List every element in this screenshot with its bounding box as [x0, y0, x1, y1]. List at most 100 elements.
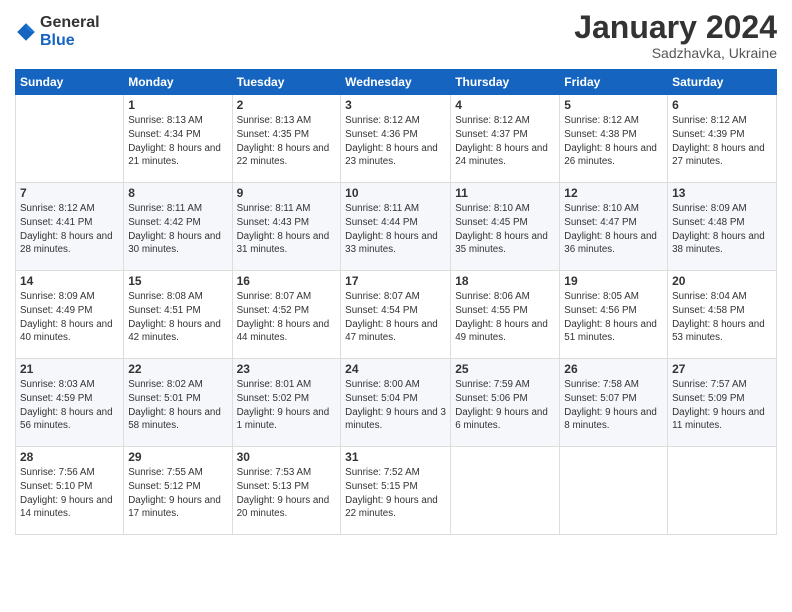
logo-icon [15, 21, 37, 43]
header-row: SundayMondayTuesdayWednesdayThursdayFrid… [16, 70, 777, 95]
day-info: Sunrise: 8:10 AMSunset: 4:45 PMDaylight:… [455, 202, 555, 257]
day-number: 25 [455, 362, 555, 376]
day-number: 4 [455, 98, 555, 112]
header-cell-saturday: Saturday [668, 70, 777, 95]
logo: General Blue [15, 14, 100, 49]
day-info: Sunrise: 8:09 AMSunset: 4:48 PMDaylight:… [672, 202, 772, 257]
header: General Blue January 2024 Sadzhavka, Ukr… [15, 10, 777, 61]
day-cell: 21 Sunrise: 8:03 AMSunset: 4:59 PMDayligh… [16, 359, 124, 447]
day-info: Sunrise: 8:09 AMSunset: 4:49 PMDaylight:… [20, 290, 119, 345]
day-cell: 16 Sunrise: 8:07 AMSunset: 4:52 PMDayligh… [232, 271, 341, 359]
day-number: 18 [455, 274, 555, 288]
day-info: Sunrise: 8:10 AMSunset: 4:47 PMDaylight:… [564, 202, 663, 257]
week-row-5: 28 Sunrise: 7:56 AMSunset: 5:10 PMDayligh… [16, 447, 777, 535]
day-number: 19 [564, 274, 663, 288]
month-title: January 2024 [574, 10, 777, 45]
day-number: 11 [455, 186, 555, 200]
day-info: Sunrise: 7:55 AMSunset: 5:12 PMDaylight:… [128, 466, 227, 521]
header-cell-friday: Friday [560, 70, 668, 95]
week-row-1: 1Sunrise: 8:13 AMSunset: 4:34 PMDaylight… [16, 95, 777, 183]
day-info: Sunrise: 8:12 AMSunset: 4:39 PMDaylight:… [672, 114, 772, 169]
day-info: Sunrise: 8:07 AMSunset: 4:52 PMDaylight:… [237, 290, 337, 345]
day-cell: 13 Sunrise: 8:09 AMSunset: 4:48 PMDayligh… [668, 183, 777, 271]
logo-text: General Blue [40, 14, 100, 49]
week-row-3: 14 Sunrise: 8:09 AMSunset: 4:49 PMDayligh… [16, 271, 777, 359]
day-cell: 14 Sunrise: 8:09 AMSunset: 4:49 PMDayligh… [16, 271, 124, 359]
header-cell-tuesday: Tuesday [232, 70, 341, 95]
day-number: 3 [345, 98, 446, 112]
day-info: Sunrise: 8:12 AMSunset: 4:37 PMDaylight:… [455, 114, 555, 169]
day-cell: 20 Sunrise: 8:04 AMSunset: 4:58 PMDayligh… [668, 271, 777, 359]
header-cell-monday: Monday [124, 70, 232, 95]
day-info: Sunrise: 7:56 AMSunset: 5:10 PMDaylight:… [20, 466, 119, 521]
day-number: 16 [237, 274, 337, 288]
day-number: 14 [20, 274, 119, 288]
title-block: January 2024 Sadzhavka, Ukraine [574, 10, 777, 61]
day-cell: 8 Sunrise: 8:11 AMSunset: 4:42 PMDaylight… [124, 183, 232, 271]
day-cell: 1Sunrise: 8:13 AMSunset: 4:34 PMDaylight… [124, 95, 232, 183]
day-number: 8 [128, 186, 227, 200]
day-cell: 28 Sunrise: 7:56 AMSunset: 5:10 PMDayligh… [16, 447, 124, 535]
header-cell-sunday: Sunday [16, 70, 124, 95]
day-number: 12 [564, 186, 663, 200]
day-cell: 5 Sunrise: 8:12 AMSunset: 4:38 PMDaylight… [560, 95, 668, 183]
day-number: 7 [20, 186, 119, 200]
calendar-body: 1Sunrise: 8:13 AMSunset: 4:34 PMDaylight… [16, 95, 777, 535]
day-number: 13 [672, 186, 772, 200]
header-cell-thursday: Thursday [451, 70, 560, 95]
day-cell: 2 Sunrise: 8:13 AMSunset: 4:35 PMDaylight… [232, 95, 341, 183]
day-number: 9 [237, 186, 337, 200]
day-info: Sunrise: 8:01 AMSunset: 5:02 PMDaylight:… [237, 378, 337, 433]
location: Sadzhavka, Ukraine [574, 45, 777, 61]
day-info: Sunrise: 8:05 AMSunset: 4:56 PMDaylight:… [564, 290, 663, 345]
day-info: Sunrise: 8:11 AMSunset: 4:43 PMDaylight:… [237, 202, 337, 257]
day-info: Sunrise: 8:04 AMSunset: 4:58 PMDaylight:… [672, 290, 772, 345]
day-cell [451, 447, 560, 535]
day-number: 20 [672, 274, 772, 288]
day-number: 5 [564, 98, 663, 112]
day-cell: 29Sunrise: 7:55 AMSunset: 5:12 PMDayligh… [124, 447, 232, 535]
day-cell: 26 Sunrise: 7:58 AMSunset: 5:07 PMDayligh… [560, 359, 668, 447]
day-cell: 9 Sunrise: 8:11 AMSunset: 4:43 PMDaylight… [232, 183, 341, 271]
logo-blue: Blue [40, 32, 100, 50]
day-cell [16, 95, 124, 183]
day-cell: 19 Sunrise: 8:05 AMSunset: 4:56 PMDayligh… [560, 271, 668, 359]
day-number: 23 [237, 362, 337, 376]
day-cell: 22 Sunrise: 8:02 AMSunset: 5:01 PMDayligh… [124, 359, 232, 447]
day-number: 21 [20, 362, 119, 376]
day-info: Sunrise: 8:11 AMSunset: 4:42 PMDaylight:… [128, 202, 227, 257]
day-info: Sunrise: 8:12 AMSunset: 4:36 PMDaylight:… [345, 114, 446, 169]
day-info: Sunrise: 8:12 AMSunset: 4:38 PMDaylight:… [564, 114, 663, 169]
day-cell: 12 Sunrise: 8:10 AMSunset: 4:47 PMDayligh… [560, 183, 668, 271]
day-cell [560, 447, 668, 535]
day-info: Sunrise: 8:03 AMSunset: 4:59 PMDaylight:… [20, 378, 119, 433]
day-number: 2 [237, 98, 337, 112]
day-cell: 31 Sunrise: 7:52 AMSunset: 5:15 PMDayligh… [341, 447, 451, 535]
day-info: Sunrise: 7:57 AMSunset: 5:09 PMDaylight:… [672, 378, 772, 433]
day-cell: 25Sunrise: 7:59 AMSunset: 5:06 PMDayligh… [451, 359, 560, 447]
day-number: 15 [128, 274, 227, 288]
day-info: Sunrise: 8:02 AMSunset: 5:01 PMDaylight:… [128, 378, 227, 433]
day-info: Sunrise: 8:08 AMSunset: 4:51 PMDaylight:… [128, 290, 227, 345]
day-cell: 18Sunrise: 8:06 AMSunset: 4:55 PMDayligh… [451, 271, 560, 359]
day-info: Sunrise: 8:13 AMSunset: 4:34 PMDaylight:… [128, 114, 227, 169]
day-cell: 27Sunrise: 7:57 AMSunset: 5:09 PMDayligh… [668, 359, 777, 447]
calendar-table: SundayMondayTuesdayWednesdayThursdayFrid… [15, 69, 777, 535]
day-cell: 4 Sunrise: 8:12 AMSunset: 4:37 PMDaylight… [451, 95, 560, 183]
day-cell: 6 Sunrise: 8:12 AMSunset: 4:39 PMDaylight… [668, 95, 777, 183]
day-number: 10 [345, 186, 446, 200]
day-cell: 11 Sunrise: 8:10 AMSunset: 4:45 PMDayligh… [451, 183, 560, 271]
day-number: 28 [20, 450, 119, 464]
day-number: 26 [564, 362, 663, 376]
day-info: Sunrise: 7:52 AMSunset: 5:15 PMDaylight:… [345, 466, 446, 521]
logo-general: General [40, 14, 100, 32]
day-info: Sunrise: 7:58 AMSunset: 5:07 PMDaylight:… [564, 378, 663, 433]
day-number: 6 [672, 98, 772, 112]
calendar-header: SundayMondayTuesdayWednesdayThursdayFrid… [16, 70, 777, 95]
day-number: 22 [128, 362, 227, 376]
day-number: 31 [345, 450, 446, 464]
day-cell: 7Sunrise: 8:12 AMSunset: 4:41 PMDaylight… [16, 183, 124, 271]
day-number: 17 [345, 274, 446, 288]
day-info: Sunrise: 8:13 AMSunset: 4:35 PMDaylight:… [237, 114, 337, 169]
day-cell: 24Sunrise: 8:00 AMSunset: 5:04 PMDayligh… [341, 359, 451, 447]
